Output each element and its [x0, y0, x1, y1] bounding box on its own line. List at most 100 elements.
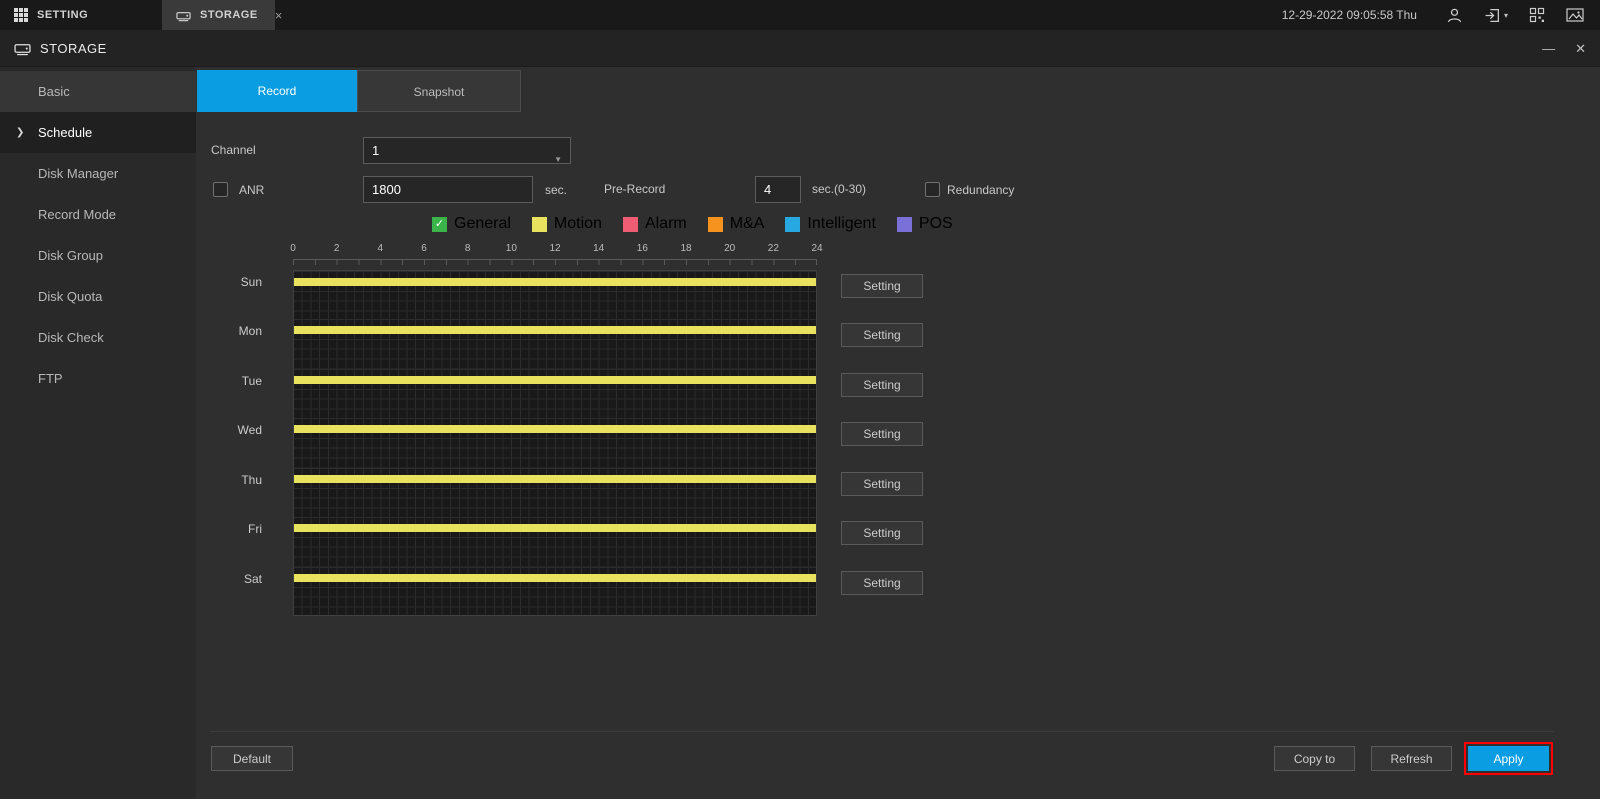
schedule-row-sun: SunSetting	[196, 270, 1600, 319]
schedule-row-tue: Tue Setting	[196, 369, 1600, 418]
timeline-tick-label: 8	[465, 243, 471, 254]
legend-item-general: ✓General	[432, 215, 511, 233]
schedule-grid-sat[interactable]	[293, 567, 817, 616]
datetime-display: 12-29-2022 09:05:58 Thu	[1282, 8, 1417, 22]
timeline-tick-label: 2	[334, 243, 340, 254]
tab-record[interactable]: Record	[197, 70, 357, 112]
timeline-tick-label: 20	[724, 243, 735, 254]
anr-checkbox[interactable]	[213, 182, 228, 197]
refresh-button[interactable]: Refresh	[1371, 746, 1452, 771]
window-controls: — ✕	[1542, 30, 1586, 67]
tab-setting[interactable]: SETTING	[0, 0, 162, 30]
apps-grid-icon	[14, 8, 28, 22]
sidebar-item-schedule[interactable]: ❯Schedule	[0, 112, 196, 153]
pre-record-label: Pre-Record	[604, 182, 665, 196]
schedule-rows: SunSettingMon Setting Tue Setting Wed Setting…	[196, 270, 1600, 616]
legend: ✓GeneralMotionAlarmM&AIntelligentPOS	[432, 215, 953, 233]
legend-item-m-a: M&A	[708, 215, 765, 233]
minimize-icon[interactable]: —	[1542, 42, 1555, 55]
redundancy-checkbox[interactable]	[925, 182, 940, 197]
anr-input[interactable]	[363, 176, 533, 203]
qr-code-icon[interactable]	[1529, 7, 1545, 23]
day-label: Mon	[196, 319, 293, 338]
tab-setting-label: SETTING	[37, 9, 88, 21]
page-title: STORAGE	[40, 41, 107, 56]
schedule-bar	[293, 425, 817, 433]
legend-item-intelligent: Intelligent	[785, 215, 876, 233]
setting-button-tue[interactable]: Setting	[841, 373, 923, 397]
image-preview-icon[interactable]	[1566, 7, 1584, 23]
setting-button-fri[interactable]: Setting	[841, 521, 923, 545]
sidebar-item-disk-group[interactable]: Disk Group	[0, 235, 196, 276]
color-swatch-icon	[785, 217, 800, 232]
main-panel: Record Snapshot Channel 1 ▼ ANR sec. Pre…	[196, 67, 1600, 799]
sidebar-item-disk-manager[interactable]: Disk Manager	[0, 153, 196, 194]
storage-drive-icon	[176, 8, 191, 23]
storage-title-icon	[14, 40, 31, 57]
setting-button-sun[interactable]: Setting	[841, 274, 923, 298]
day-label: Thu	[196, 468, 293, 487]
timeline-ruler	[293, 259, 817, 265]
tab-storage-label: STORAGE	[200, 9, 258, 21]
copy-to-button[interactable]: Copy to	[1274, 746, 1355, 771]
schedule-bar	[293, 278, 817, 286]
timeline-tick-label: 6	[421, 243, 427, 254]
tab-snapshot[interactable]: Snapshot	[357, 70, 521, 112]
tab-close-icon[interactable]: ×	[275, 8, 283, 23]
legend-item-pos: POS	[897, 215, 953, 233]
sidebar-item-disk-check[interactable]: Disk Check	[0, 317, 196, 358]
nvr-storage-window: SETTING STORAGE × 12-29-2022 09:05:58 Th…	[0, 0, 1600, 799]
timeline-tick-label: 16	[637, 243, 648, 254]
close-icon[interactable]: ✕	[1575, 42, 1586, 55]
color-swatch-icon	[708, 217, 723, 232]
sidebar-item-ftp[interactable]: FTP	[0, 358, 196, 399]
sidebar-item-basic[interactable]: Basic	[0, 71, 196, 112]
schedule-grid-wed[interactable]	[293, 418, 817, 467]
record-snapshot-tabs: Record Snapshot	[197, 70, 521, 112]
schedule-grid-mon[interactable]	[293, 319, 817, 368]
schedule-bar	[293, 475, 817, 483]
sidebar-item-record-mode[interactable]: Record Mode	[0, 194, 196, 235]
pre-record-input[interactable]	[755, 176, 801, 203]
setting-button-sat[interactable]: Setting	[841, 571, 923, 595]
top-bar: SETTING STORAGE × 12-29-2022 09:05:58 Th…	[0, 0, 1600, 30]
color-swatch-icon	[532, 217, 547, 232]
day-label: Fri	[196, 517, 293, 536]
footer-divider	[210, 731, 1554, 732]
setting-button-mon[interactable]: Setting	[841, 323, 923, 347]
schedule-row-thu: Thu Setting	[196, 468, 1600, 517]
schedule-bar	[293, 326, 817, 334]
schedule-grid-sun[interactable]	[293, 270, 817, 319]
day-label: Tue	[196, 369, 293, 388]
tab-storage[interactable]: STORAGE ×	[162, 0, 275, 30]
color-swatch-icon	[623, 217, 638, 232]
setting-button-thu[interactable]: Setting	[841, 472, 923, 496]
top-bar-right: 12-29-2022 09:05:58 Thu ▾	[1282, 0, 1600, 30]
apply-button[interactable]: Apply	[1468, 746, 1549, 771]
channel-dropdown[interactable]: 1 ▼	[363, 137, 571, 164]
default-button[interactable]: Default	[211, 746, 293, 771]
timeline-tick-label: 12	[549, 243, 560, 254]
schedule-bar	[293, 524, 817, 532]
day-label: Wed	[196, 418, 293, 437]
day-label: Sat	[196, 567, 293, 586]
checkbox-checked-icon[interactable]: ✓	[432, 217, 447, 232]
schedule-grid-tue[interactable]	[293, 369, 817, 418]
schedule-grid-fri[interactable]	[293, 517, 817, 566]
setting-button-wed[interactable]: Setting	[841, 422, 923, 446]
sidebar-item-disk-quota[interactable]: Disk Quota	[0, 276, 196, 317]
caret-down-icon: ▾	[1504, 11, 1508, 20]
color-swatch-icon	[897, 217, 912, 232]
schedule-grid-thu[interactable]	[293, 468, 817, 517]
logout-export-icon[interactable]: ▾	[1484, 7, 1508, 24]
legend-item-motion: Motion	[532, 215, 602, 233]
sidebar-nav: Basic❯ScheduleDisk ManagerRecord ModeDis…	[0, 67, 196, 799]
schedule-bar	[293, 376, 817, 384]
channel-value: 1	[372, 143, 379, 158]
timeline-tick-label: 0	[290, 243, 296, 254]
timeline-tick-label: 24	[811, 243, 822, 254]
user-icon[interactable]	[1446, 7, 1463, 24]
timeline-tick-label: 10	[506, 243, 517, 254]
schedule-row-sat: Sat Setting	[196, 567, 1600, 616]
pre-record-unit-label: sec.(0-30)	[812, 182, 866, 196]
